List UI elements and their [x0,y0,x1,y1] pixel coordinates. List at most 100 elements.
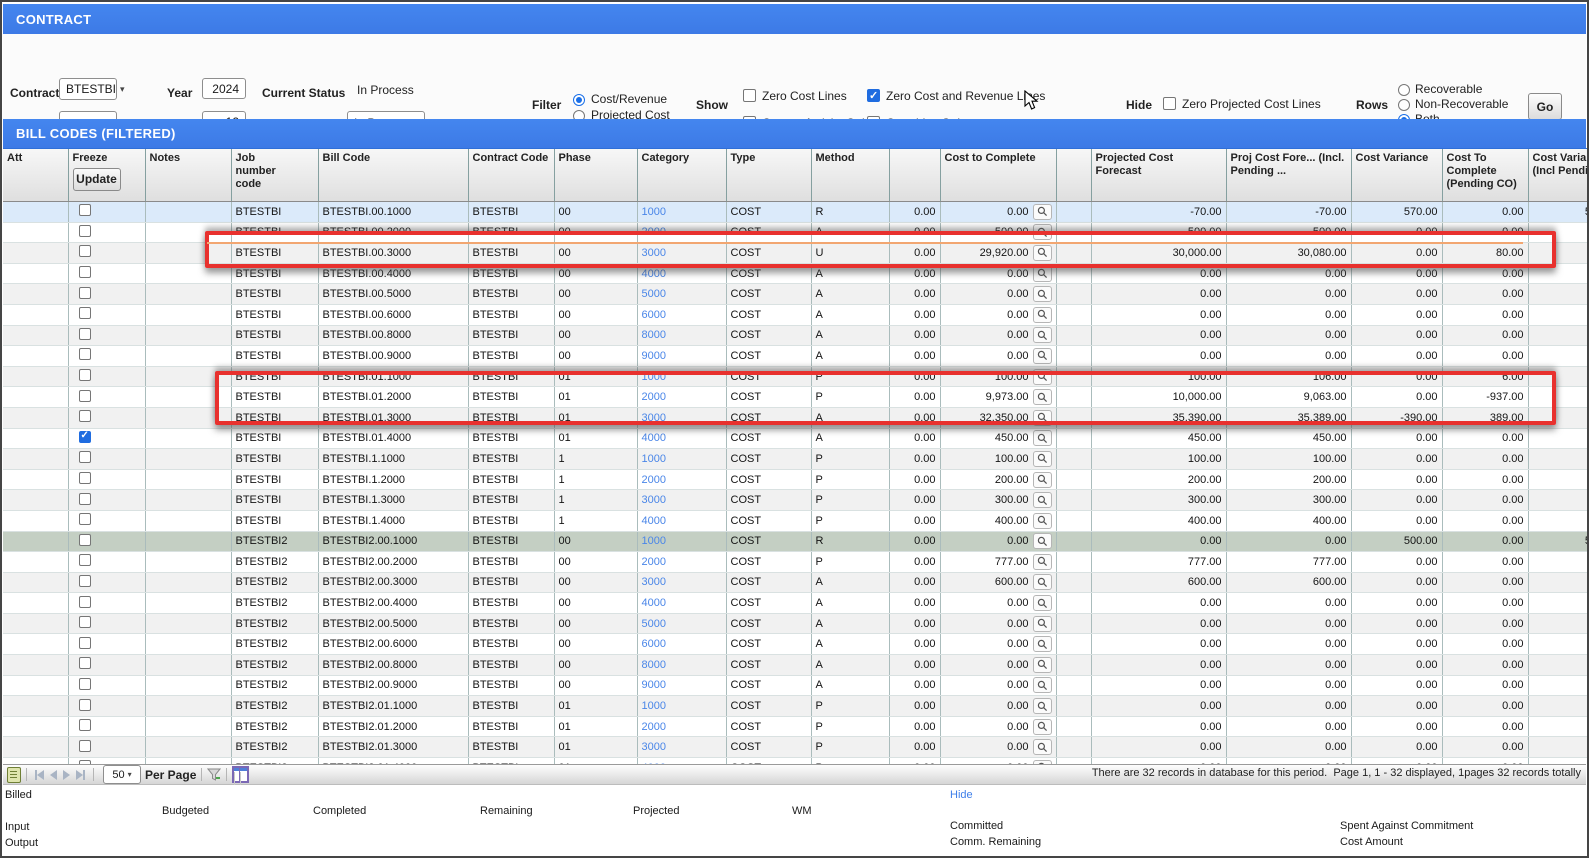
table-row[interactable]: BTESTBI2 BTESTBI2.00.3000 BTESTBI 00 3000 COS… [3,572,1587,594]
freeze-checkbox[interactable] [78,369,91,382]
table-row[interactable]: BTESTBI BTESTBI.01.1000 BTESTBI 01 1000 COST P… [3,366,1587,388]
table-row[interactable]: BTESTBI BTESTBI.00.4000 BTESTBI 00 4000 COST A… [3,263,1587,285]
cost-to-complete-pending-co-link[interactable]: 0.00 [1502,535,1523,547]
cost-to-complete-pending-co-link[interactable]: 0.00 [1502,618,1523,630]
freeze-checkbox[interactable] [78,595,91,608]
table-row[interactable]: BTESTBI BTESTBI.00.3000 BTESTBI 00 3000 COST U… [3,242,1587,264]
lookup-button[interactable] [1032,656,1052,673]
category-link[interactable]: 3000 [642,247,666,259]
lookup-button[interactable] [1032,389,1052,406]
table-row[interactable]: BTESTBI2 BTESTBI2.00.2000 BTESTBI 00 2000 COS… [3,551,1587,573]
lookup-button[interactable] [1032,327,1052,344]
lookup-button[interactable] [1032,677,1052,694]
cost-to-complete-pending-co-link[interactable]: 0.00 [1502,556,1523,568]
hide-checkbox-zero-projected-cost-lines[interactable] [1163,97,1176,110]
filter-radio-cost-revenue[interactable] [573,94,585,106]
category-link[interactable]: 4000 [642,597,666,609]
freeze-checkbox[interactable] [78,286,91,299]
lookup-button[interactable] [1032,574,1052,591]
table-row[interactable]: BTESTBI2 BTESTBI2.00.8000 BTESTBI 00 8000 COS… [3,654,1587,676]
category-link[interactable]: 4000 [642,515,666,527]
category-link[interactable]: 3000 [642,576,666,588]
cost-to-complete-pending-co-link[interactable]: 0.00 [1502,474,1523,486]
freeze-checkbox[interactable] [78,677,91,690]
freeze-checkbox[interactable] [78,554,91,567]
table-row[interactable]: BTESTBI BTESTBI.1.1000 BTESTBI 1 1000 COST P 0.… [3,448,1587,470]
category-link[interactable]: 1000 [642,700,666,712]
freeze-checkbox[interactable] [78,245,91,258]
freeze-checkbox[interactable] [78,410,91,423]
freeze-checkbox[interactable] [78,616,91,629]
cost-to-complete-pending-co-link[interactable]: 0.00 [1502,226,1523,238]
lookup-button[interactable] [1032,286,1052,303]
freeze-checkbox[interactable] [78,327,91,340]
table-row[interactable]: BTESTBI BTESTBI.1.2000 BTESTBI 1 2000 COST P 0.… [3,469,1587,491]
lookup-button[interactable] [1032,265,1052,282]
cost-to-complete-pending-co-link[interactable]: 0.00 [1502,576,1523,588]
category-link[interactable]: 8000 [642,659,666,671]
freeze-checkbox[interactable] [78,513,91,526]
category-link[interactable]: 1000 [642,206,666,218]
lookup-button[interactable] [1032,409,1052,426]
lookup-button[interactable] [1032,203,1052,220]
cost-to-complete-pending-co-link[interactable]: 0.00 [1502,721,1523,733]
category-link[interactable]: 3000 [642,741,666,753]
last-page-button[interactable] [76,769,85,780]
cost-to-complete-pending-co-link[interactable]: 0.00 [1502,206,1523,218]
category-link[interactable]: 2000 [642,556,666,568]
next-page-button[interactable] [63,769,70,780]
category-link[interactable]: 2000 [642,474,666,486]
cost-to-complete-pending-co-link[interactable]: 0.00 [1502,679,1523,691]
cost-to-complete-pending-co-link[interactable]: 0.00 [1502,268,1523,280]
cost-to-complete-pending-co-link[interactable]: 0.00 [1502,659,1523,671]
table-row[interactable]: BTESTBI2 BTESTBI2.00.4000 BTESTBI 00 4000 COS… [3,592,1587,614]
freeze-checkbox[interactable] [78,224,91,237]
freeze-checkbox[interactable] [78,348,91,361]
category-link[interactable]: 9000 [642,679,666,691]
freeze-checkbox[interactable] [78,533,91,546]
cost-to-complete-pending-co-link[interactable]: 0.00 [1502,597,1523,609]
lookup-button[interactable] [1032,306,1052,323]
summary-hide-link[interactable]: Hide [950,789,973,801]
first-page-button[interactable] [35,769,44,780]
table-row[interactable]: BTESTBI2 BTESTBI2.00.6000 BTESTBI 00 6000 COS… [3,633,1587,656]
cost-to-complete-pending-co-link[interactable]: 0.00 [1502,700,1523,712]
table-row[interactable]: BTESTBI2 BTESTBI2.01.2000 BTESTBI 01 2000 COS… [3,716,1587,738]
lookup-button[interactable] [1032,244,1052,261]
cost-to-complete-pending-co-link[interactable]: 6.00 [1502,371,1523,383]
category-link[interactable]: 2000 [642,226,666,238]
lookup-button[interactable] [1032,718,1052,735]
lookup-button[interactable] [1032,595,1052,612]
grid-view-icon[interactable] [232,766,250,783]
freeze-checkbox[interactable] [78,719,91,732]
cost-to-complete-pending-co-link[interactable]: 0.00 [1502,288,1523,300]
category-link[interactable]: 9000 [642,350,666,362]
category-link[interactable]: 2000 [642,391,666,403]
freeze-checkbox[interactable] [78,739,91,752]
table-row[interactable]: BTESTBI BTESTBI.00.5000 BTESTBI 00 5000 COST A… [3,283,1587,305]
lookup-button[interactable] [1032,450,1052,467]
rows-radio-non-recoverable[interactable] [1398,99,1410,111]
cost-to-complete-pending-co-link[interactable]: 80.00 [1496,247,1524,259]
table-row[interactable]: BTESTBI BTESTBI.1.4000 BTESTBI 1 4000 COST P 0.… [3,510,1587,532]
category-link[interactable]: 8000 [642,329,666,341]
go-button[interactable]: Go [1528,93,1562,120]
cost-to-complete-pending-co-link[interactable]: 0.00 [1502,638,1523,650]
table-row[interactable]: BTESTBI BTESTBI.00.9000 BTESTBI 00 9000 COST A… [3,345,1587,367]
cost-to-complete-pending-co-link[interactable]: 0.00 [1502,494,1523,506]
category-link[interactable]: 3000 [642,494,666,506]
cost-to-complete-pending-co-link[interactable]: 0.00 [1502,453,1523,465]
freeze-checkbox[interactable] [78,451,91,464]
lookup-button[interactable] [1032,492,1052,509]
rows-radio-recoverable[interactable] [1398,84,1410,96]
freeze-checkbox[interactable] [78,266,91,279]
freeze-checkbox[interactable] [78,698,91,711]
cost-to-complete-pending-co-link[interactable]: -937.00 [1486,391,1523,403]
contract-select[interactable]: BTESTBI ▾ [59,78,125,100]
table-row[interactable]: BTESTBI2 BTESTBI2.00.5000 BTESTBI 00 5000 COS… [3,613,1587,635]
freeze-checkbox[interactable] [78,636,91,649]
lookup-button[interactable] [1032,553,1052,570]
export-icon[interactable] [7,766,21,783]
prev-page-button[interactable] [50,769,57,780]
category-link[interactable]: 4000 [642,432,666,444]
